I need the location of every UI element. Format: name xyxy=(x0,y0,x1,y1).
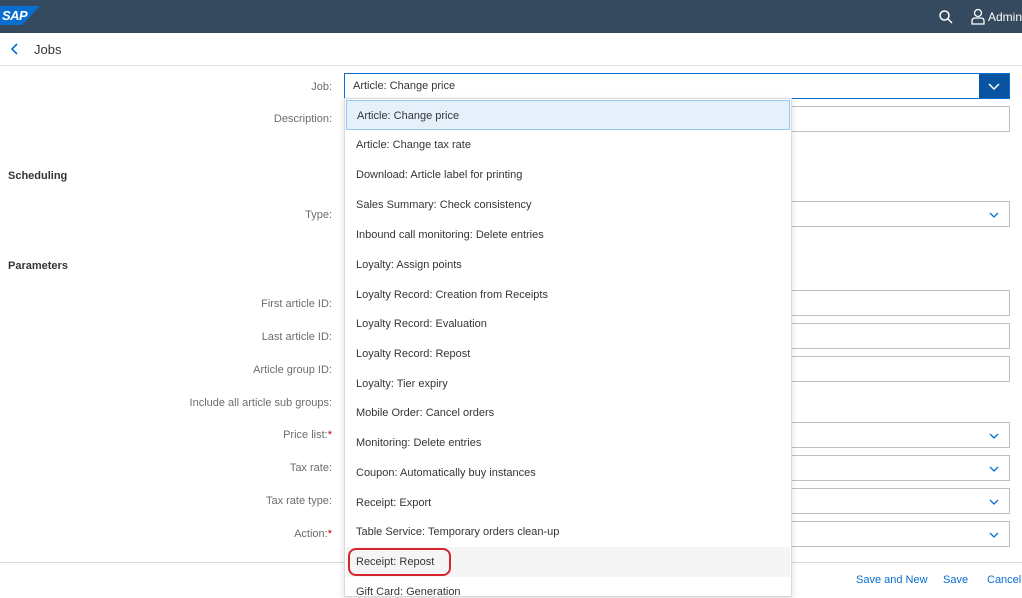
job-dropdown-list: Article: Change price Article: Change ta… xyxy=(344,98,792,597)
required-marker: * xyxy=(327,429,332,441)
list-item[interactable]: Article: Change price xyxy=(346,100,790,130)
list-item[interactable]: Receipt: Export xyxy=(346,488,790,518)
list-item[interactable]: Table Service: Temporary orders clean-up xyxy=(346,517,790,547)
chevron-down-icon xyxy=(989,466,999,472)
user-name[interactable]: Admin xyxy=(988,10,1022,24)
first-article-input[interactable] xyxy=(790,290,1010,316)
type-label: Type: xyxy=(305,209,332,221)
parameters-heading: Parameters xyxy=(8,260,68,272)
list-item-receipt-repost[interactable]: Receipt: Repost xyxy=(346,547,790,577)
last-article-input[interactable] xyxy=(790,323,1010,349)
list-item[interactable]: Download: Article label for printing xyxy=(346,160,790,190)
type-select[interactable] xyxy=(790,201,1010,227)
list-item[interactable]: Loyalty Record: Evaluation xyxy=(346,309,790,339)
search-icon[interactable] xyxy=(938,9,954,25)
scheduling-heading: Scheduling xyxy=(8,170,68,182)
tax-rate-type-label: Tax rate type: xyxy=(265,495,332,507)
job-select-value: Article: Change price xyxy=(353,80,456,92)
page-title: Jobs xyxy=(34,42,62,57)
user-icon[interactable] xyxy=(970,8,986,25)
job-select[interactable]: Article: Change price xyxy=(344,73,1010,99)
action-label-text: Action: xyxy=(294,528,328,540)
price-list-label: Price list:* xyxy=(0,429,332,441)
action-label: Action:* xyxy=(0,528,332,540)
price-list-select[interactable] xyxy=(790,422,1010,448)
save-and-new-button[interactable]: Save and New xyxy=(856,574,928,586)
job-label: Job: xyxy=(311,81,332,93)
list-item[interactable]: Mobile Order: Cancel orders xyxy=(346,398,790,428)
chevron-down-icon xyxy=(988,83,1000,91)
price-list-label-text: Price list: xyxy=(283,429,328,441)
list-item[interactable]: Gift Card: Generation xyxy=(346,577,790,596)
list-item[interactable]: Loyalty Record: Creation from Receipts xyxy=(346,280,790,310)
tax-rate-type-select[interactable] xyxy=(790,488,1010,514)
chevron-down-icon xyxy=(989,499,999,505)
list-item[interactable]: Sales Summary: Check consistency xyxy=(346,190,790,220)
first-article-label: First article ID: xyxy=(261,298,332,310)
description-input[interactable] xyxy=(790,106,1010,132)
list-item[interactable]: Coupon: Automatically buy instances xyxy=(346,458,790,488)
article-group-label: Article group ID: xyxy=(253,364,332,376)
cancel-button[interactable]: Cancel xyxy=(987,574,1021,586)
action-select[interactable] xyxy=(790,521,1010,547)
tax-rate-label: Tax rate: xyxy=(289,462,332,474)
list-item[interactable]: Loyalty: Assign points xyxy=(346,250,790,280)
description-label: Description: xyxy=(273,113,332,125)
chevron-down-icon xyxy=(989,212,999,218)
tax-rate-select[interactable] xyxy=(790,455,1010,481)
list-item[interactable]: Monitoring: Delete entries xyxy=(346,428,790,458)
article-group-input[interactable] xyxy=(790,356,1010,382)
required-marker: * xyxy=(327,528,332,540)
list-item[interactable]: Inbound call monitoring: Delete entries xyxy=(346,220,790,250)
job-select-button[interactable] xyxy=(979,74,1009,98)
list-item[interactable]: Article: Change tax rate xyxy=(346,130,790,160)
last-article-label: Last article ID: xyxy=(261,331,332,343)
sap-logo[interactable]: SAP xyxy=(0,6,40,25)
list-item[interactable]: Loyalty: Tier expiry xyxy=(346,369,790,399)
save-button[interactable]: Save xyxy=(943,574,968,586)
back-icon[interactable] xyxy=(8,42,22,56)
list-item[interactable]: Loyalty Record: Repost xyxy=(346,339,790,369)
chevron-down-icon xyxy=(989,433,999,439)
page-header: Jobs xyxy=(0,33,1022,66)
chevron-down-icon xyxy=(989,532,999,538)
shell-bar: SAP Admin xyxy=(0,0,1022,33)
include-subgroups-label: Include all article sub groups: xyxy=(189,397,332,409)
